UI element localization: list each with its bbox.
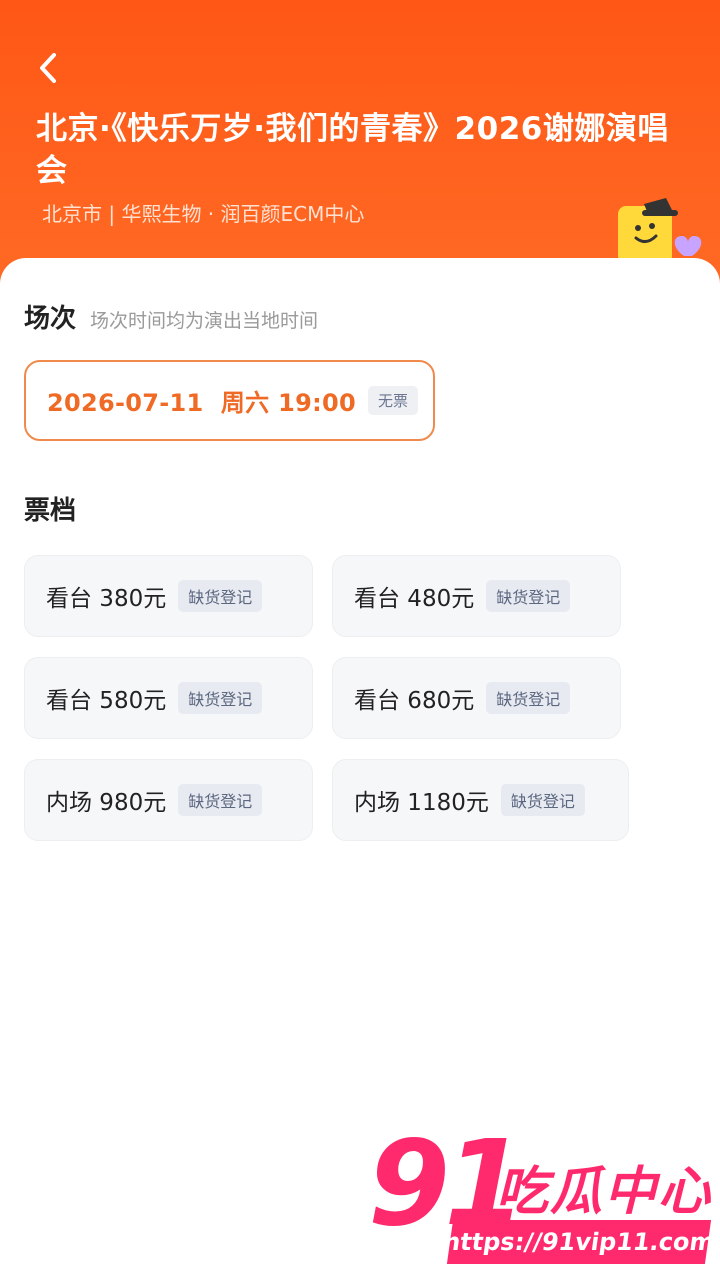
event-venue: 北京市 | 华熙生物 · 润百颜ECM中心 <box>42 202 365 226</box>
session-time-note: 场次时间均为演出当地时间 <box>90 310 319 332</box>
tier-price-label: 看台 380元 <box>46 586 167 612</box>
tier-option[interactable]: 内场 1180元 缺货登记 <box>332 759 629 841</box>
tier-price-label: 内场 980元 <box>46 790 167 816</box>
watermark-url: https://91vip11.com <box>441 1220 717 1264</box>
tier-option[interactable]: 看台 380元 缺货登记 <box>24 555 313 637</box>
waitlist-badge: 缺货登记 <box>486 682 571 714</box>
session-section-header: 场次 场次时间均为演出当地时间 <box>24 298 318 335</box>
waitlist-badge: 缺货登记 <box>178 784 263 816</box>
session-option[interactable]: 2026-07-11 周六 19:00 无票 <box>24 360 435 441</box>
waitlist-badge: 缺货登记 <box>500 784 585 816</box>
tier-option[interactable]: 内场 980元 缺货登记 <box>24 759 313 841</box>
back-button[interactable] <box>30 48 66 88</box>
tier-option[interactable]: 看台 480元 缺货登记 <box>332 555 621 637</box>
tier-price-label: 看台 480元 <box>354 586 475 612</box>
waitlist-badge: 缺货登记 <box>178 682 263 714</box>
waitlist-badge: 缺货登记 <box>486 580 571 612</box>
yellow-smiley-mascot-icon <box>618 198 702 264</box>
session-section-title: 场次 <box>24 304 77 334</box>
tier-price-label: 看台 680元 <box>354 688 475 714</box>
chevron-left-icon <box>40 53 56 83</box>
tier-section-header: 票档 <box>24 490 76 527</box>
site-watermark: 91 吃瓜中心 https://91vip11.com <box>368 1124 717 1274</box>
ticket-tier-grid: 看台 380元 缺货登记 看台 480元 缺货登记 看台 580元 缺货登记 看… <box>24 555 704 855</box>
event-title: 北京·《快乐万岁·我们的青春》2026谢娜演唱会 <box>36 111 669 189</box>
header: 北京·《快乐万岁·我们的青春》2026谢娜演唱会 北京市 | 华熙生物 · 润百… <box>0 0 720 290</box>
tier-price-label: 内场 1180元 <box>354 790 489 816</box>
tier-section-title: 票档 <box>24 496 77 526</box>
sold-out-badge: 无票 <box>367 386 418 415</box>
watermark-text: 吃瓜中心 <box>496 1162 713 1222</box>
tier-option[interactable]: 看台 680元 缺货登记 <box>332 657 621 739</box>
tier-option[interactable]: 看台 580元 缺货登记 <box>24 657 313 739</box>
tier-price-label: 看台 580元 <box>46 688 167 714</box>
session-date-time: 2026-07-11 周六 19:00 <box>47 389 356 417</box>
waitlist-badge: 缺货登记 <box>178 580 263 612</box>
